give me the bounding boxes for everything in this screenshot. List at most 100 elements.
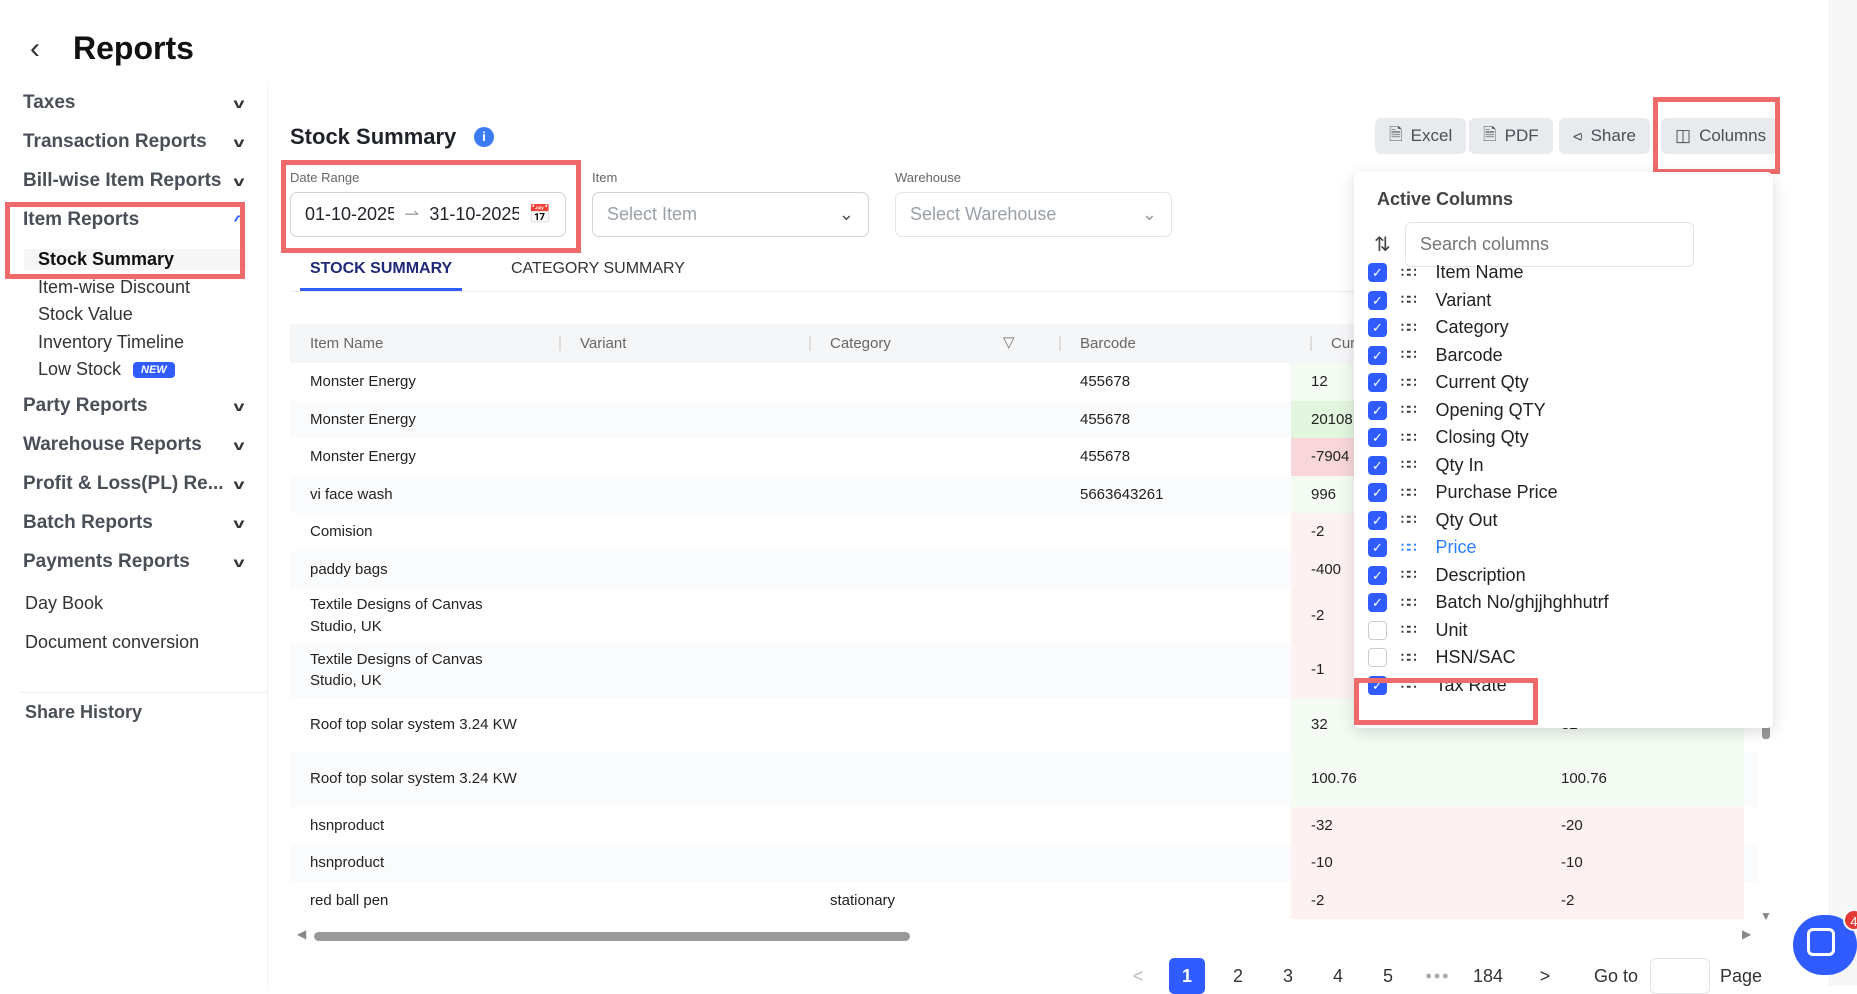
- prev-page-button[interactable]: <: [1120, 958, 1156, 994]
- page-button-last[interactable]: 184: [1470, 958, 1506, 994]
- column-resize-handle[interactable]: [1310, 336, 1312, 351]
- sidebar-item[interactable]: Stock Value: [38, 304, 133, 325]
- more-pages-icon[interactable]: •••: [1420, 958, 1456, 994]
- drag-handle-icon[interactable]: ∷∷: [1401, 650, 1417, 666]
- sort-icon[interactable]: ⇅: [1374, 232, 1391, 257]
- column-option[interactable]: ✓ ∷∷ Qty Out: [1368, 507, 1498, 533]
- page-button[interactable]: 2: [1220, 958, 1256, 994]
- column-option[interactable]: ✓ ∷∷ Closing Qty: [1368, 425, 1529, 451]
- column-option[interactable]: ✓ ∷∷ Opening QTY: [1368, 397, 1546, 423]
- table-row[interactable]: Roof top solar system 3.24 KW 100.76 100.7…: [290, 752, 1758, 807]
- sidebar-group[interactable]: Profit & Loss(PL) Re... v: [23, 473, 245, 495]
- column-option[interactable]: ✓ ∷∷ Description: [1368, 562, 1526, 588]
- horizontal-scrollbar[interactable]: ◀ ▶: [297, 927, 1751, 941]
- info-icon[interactable]: i: [474, 127, 494, 147]
- share-button[interactable]: ⪦ Share: [1559, 118, 1650, 154]
- column-resize-handle[interactable]: [1059, 336, 1061, 351]
- column-option[interactable]: ✓ ∷∷ Tax Rate: [1368, 672, 1507, 698]
- column-option[interactable]: ✓ ∷∷ Purchase Price: [1368, 480, 1558, 506]
- warehouse-select[interactable]: Select Warehouse ⌄: [895, 192, 1172, 237]
- column-resize-handle[interactable]: [809, 336, 811, 351]
- checkbox[interactable]: ✓: [1368, 565, 1387, 585]
- drag-handle-icon[interactable]: ∷∷: [1401, 677, 1417, 693]
- column-option[interactable]: ∷∷ HSN/SAC: [1368, 645, 1516, 671]
- sidebar-item[interactable]: Stock Summary: [24, 249, 248, 270]
- checkbox[interactable]: ✓: [1368, 483, 1387, 502]
- sidebar-group[interactable]: Taxes v: [23, 92, 245, 114]
- checkbox[interactable]: ✓: [1368, 400, 1387, 420]
- column-option[interactable]: ∷∷ Unit: [1368, 617, 1468, 643]
- drag-handle-icon[interactable]: ∷∷: [1401, 622, 1417, 638]
- column-option[interactable]: ✓ ∷∷ Barcode: [1368, 342, 1503, 368]
- next-page-button[interactable]: >: [1527, 958, 1563, 994]
- filter-icon[interactable]: ▽: [1003, 333, 1015, 351]
- sidebar-group[interactable]: Transaction Reports v: [23, 131, 245, 153]
- column-resize-handle[interactable]: [559, 336, 561, 351]
- checkbox[interactable]: ✓: [1368, 538, 1387, 557]
- drag-handle-icon[interactable]: ∷∷: [1401, 567, 1417, 583]
- column-option[interactable]: ✓ ∷∷ Item Name: [1368, 260, 1524, 286]
- page-button[interactable]: 3: [1270, 958, 1306, 994]
- column-option[interactable]: ✓ ∷∷ Price: [1368, 535, 1477, 561]
- drag-handle-icon[interactable]: ∷∷: [1401, 595, 1417, 611]
- sidebar-group[interactable]: Bill-wise Item Reports v: [23, 170, 245, 192]
- drag-handle-icon[interactable]: ∷∷: [1401, 430, 1417, 446]
- checkbox[interactable]: ✓: [1368, 345, 1387, 365]
- column-header[interactable]: Item Name: [310, 324, 384, 363]
- checkbox[interactable]: ✓: [1368, 373, 1387, 392]
- page-button[interactable]: 1: [1169, 958, 1205, 994]
- column-option[interactable]: ✓ ∷∷ Batch No/ghjjhghhutrf: [1368, 590, 1609, 616]
- drag-handle-icon[interactable]: ∷∷: [1401, 265, 1417, 281]
- checkbox[interactable]: [1368, 648, 1387, 667]
- scroll-left-icon[interactable]: ◀: [297, 927, 306, 941]
- drag-handle-icon[interactable]: ∷∷: [1401, 402, 1417, 418]
- table-row[interactable]: red ball pen stationary -2 -2: [290, 881, 1758, 920]
- checkbox[interactable]: ✓: [1368, 675, 1387, 695]
- date-range-picker[interactable]: 01-10-2025 ⇀ 31-10-2025 📅: [290, 192, 566, 237]
- scroll-right-icon[interactable]: ▶: [1742, 927, 1751, 941]
- checkbox[interactable]: ✓: [1368, 290, 1387, 310]
- sidebar-item[interactable]: Inventory Timeline: [38, 332, 184, 353]
- drag-handle-icon[interactable]: ∷∷: [1401, 512, 1417, 528]
- column-header[interactable]: Category: [830, 324, 891, 363]
- table-row[interactable]: hsnproduct -32 -20: [290, 806, 1758, 845]
- column-header[interactable]: Variant: [580, 324, 627, 363]
- checkbox[interactable]: ✓: [1368, 455, 1387, 475]
- column-option[interactable]: ✓ ∷∷ Qty In: [1368, 452, 1484, 478]
- checkbox[interactable]: ✓: [1368, 263, 1387, 282]
- sidebar-group[interactable]: Warehouse Reports v: [23, 434, 245, 456]
- date-to[interactable]: 31-10-2025: [429, 204, 518, 225]
- chat-launcher[interactable]: 4: [1793, 909, 1857, 975]
- column-option[interactable]: ✓ ∷∷ Variant: [1368, 287, 1491, 313]
- sidebar-item[interactable]: Item-wise Discount: [38, 277, 190, 298]
- checkbox[interactable]: ✓: [1368, 593, 1387, 612]
- drag-handle-icon[interactable]: ∷∷: [1401, 540, 1417, 556]
- item-select[interactable]: Select Item ⌄: [592, 192, 869, 237]
- date-from[interactable]: 01-10-2025: [305, 204, 394, 225]
- checkbox[interactable]: ✓: [1368, 510, 1387, 530]
- tab-category-summary[interactable]: CATEGORY SUMMARY: [511, 260, 685, 278]
- drag-handle-icon[interactable]: ∷∷: [1401, 320, 1417, 336]
- goto-page-input[interactable]: [1650, 958, 1710, 994]
- sidebar-group[interactable]: Batch Reports v: [23, 512, 245, 534]
- sidebar-group[interactable]: Item Reports ^: [23, 209, 245, 231]
- column-header[interactable]: Barcode: [1080, 324, 1136, 363]
- checkbox[interactable]: ✓: [1368, 318, 1387, 337]
- sidebar-group[interactable]: Payments Reports v: [23, 551, 245, 573]
- horizontal-scrollbar-thumb[interactable]: [314, 932, 910, 941]
- table-row[interactable]: hsnproduct -10 -10: [290, 844, 1758, 882]
- page-button[interactable]: 5: [1370, 958, 1406, 994]
- sidebar-link[interactable]: Day Book: [25, 593, 103, 614]
- back-button[interactable]: ‹: [30, 32, 40, 66]
- drag-handle-icon[interactable]: ∷∷: [1401, 375, 1417, 391]
- drag-handle-icon[interactable]: ∷∷: [1401, 292, 1417, 308]
- columns-button[interactable]: ◫ Columns: [1661, 118, 1781, 154]
- checkbox[interactable]: [1368, 620, 1387, 640]
- sidebar-link[interactable]: Document conversion: [25, 632, 199, 653]
- column-option[interactable]: ✓ ∷∷ Category: [1368, 315, 1509, 341]
- column-option[interactable]: ✓ ∷∷ Current Qty: [1368, 370, 1529, 396]
- sidebar-group[interactable]: Party Reports v: [23, 395, 245, 417]
- drag-handle-icon[interactable]: ∷∷: [1401, 485, 1417, 501]
- tab-stock-summary[interactable]: STOCK SUMMARY: [300, 260, 463, 291]
- drag-handle-icon[interactable]: ∷∷: [1401, 347, 1417, 363]
